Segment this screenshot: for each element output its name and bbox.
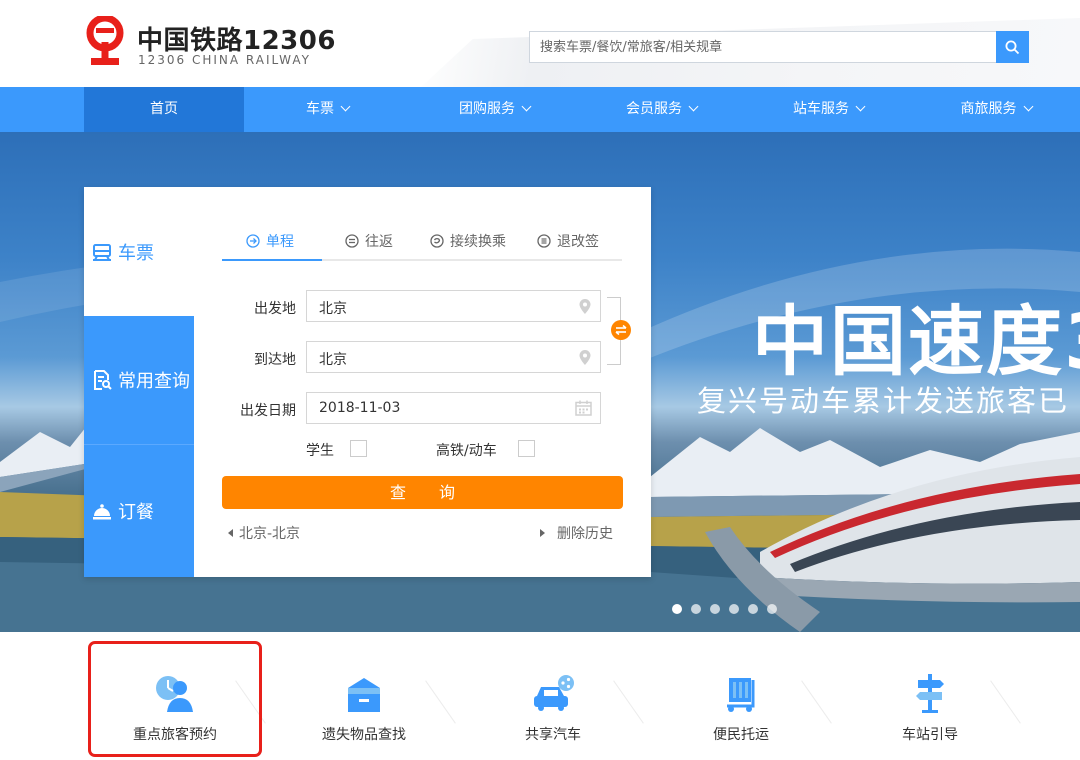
header: 中国铁路12306 12306 CHINA RAILWAY — [0, 0, 1080, 88]
search-icon — [1005, 40, 1020, 54]
signpost-icon — [855, 668, 1005, 714]
trip-tab-label: 往返 — [365, 234, 393, 250]
side-tab-label: 常用查询 — [118, 371, 190, 392]
nav-label: 会员服务 — [626, 101, 682, 117]
from-label: 出发地 — [254, 301, 296, 317]
shared-car-icon — [478, 668, 628, 714]
lost-found-box-icon — [289, 668, 439, 714]
swap-icon — [615, 324, 627, 336]
search-button[interactable] — [996, 31, 1029, 63]
to-station-field[interactable]: 北京 — [306, 341, 601, 373]
delete-history-label: 删除历史 — [557, 526, 613, 542]
to-label: 到达地 — [254, 352, 296, 368]
page: 中国铁路12306 12306 CHINA RAILWAY 首页 车票 团购服务… — [0, 0, 1080, 760]
tab-round-trip[interactable]: 往返 — [345, 231, 393, 251]
departure-date-value: 2018-11-03 — [319, 400, 401, 416]
service-label: 车站引导 — [902, 727, 958, 743]
location-pin-icon — [578, 349, 592, 370]
location-pin-icon — [578, 298, 592, 319]
tab-refund-change[interactable]: 退改签 — [537, 231, 599, 251]
carousel-dot[interactable] — [729, 604, 739, 614]
nav-label: 商旅服务 — [960, 101, 1017, 117]
student-checkbox[interactable] — [350, 440, 367, 457]
search-input[interactable] — [530, 32, 998, 62]
tab-one-way[interactable]: 单程 — [246, 231, 294, 251]
student-label: 学生 — [306, 443, 334, 459]
service-lost-found[interactable]: 遗失物品查找 — [289, 668, 439, 744]
brand-title: 中国铁路12306 — [137, 26, 336, 56]
nav-label: 团购服务 — [459, 101, 515, 117]
gaotie-checkbox[interactable] — [518, 440, 535, 457]
history-label: 北京-北京 — [239, 526, 301, 542]
swap-stations-button[interactable] — [611, 320, 631, 340]
departure-date-field[interactable]: 2018-11-03 — [306, 392, 601, 424]
service-luggage[interactable]: 便民托运 — [666, 668, 816, 744]
nav-label: 首页 — [150, 101, 178, 117]
calendar-icon — [575, 400, 592, 420]
service-label: 遗失物品查找 — [322, 727, 406, 743]
nav-label: 站车服务 — [793, 101, 849, 117]
chevron-down-icon — [855, 101, 866, 112]
chevron-down-icon — [521, 101, 532, 112]
banner-headline: 中国速度3 — [752, 297, 1080, 386]
equals-circle-icon — [345, 234, 359, 248]
side-tab-meal-order[interactable]: 订餐 — [84, 445, 194, 577]
nav-item-tickets[interactable]: 车票 — [244, 87, 411, 132]
brand-subtitle: 12306 CHINA RAILWAY — [138, 53, 311, 67]
banner-subline: 复兴号动车累计发送旅客已 — [697, 384, 1070, 418]
service-shared-car[interactable]: 共享汽车 — [478, 668, 628, 744]
highlight-annotation-box — [88, 641, 262, 757]
chevron-down-icon — [340, 101, 351, 112]
service-label: 共享汽车 — [525, 727, 581, 743]
food-cover-icon — [92, 501, 112, 521]
nav-item-business-travel[interactable]: 商旅服务 — [912, 87, 1080, 132]
date-label: 出发日期 — [240, 403, 296, 419]
carousel-indicators — [672, 604, 777, 614]
side-tab-common-query[interactable]: 常用查询 — [84, 316, 194, 445]
service-label: 便民托运 — [713, 727, 769, 743]
tab-transfer[interactable]: 接续换乘 — [430, 231, 506, 251]
luggage-cart-icon — [666, 668, 816, 714]
from-station-field[interactable]: 北京 — [306, 290, 601, 322]
chevron-down-icon — [1023, 101, 1033, 112]
nav-item-group-service[interactable]: 团购服务 — [411, 87, 578, 132]
arrow-circle-icon — [246, 234, 260, 248]
main-nav: 首页 车票 团购服务 会员服务 站车服务 商旅服务 — [0, 87, 1080, 132]
nav-item-station-service[interactable]: 站车服务 — [745, 87, 912, 132]
carousel-dot[interactable] — [767, 604, 777, 614]
train-icon — [92, 242, 112, 262]
railway-logo-icon[interactable] — [82, 16, 128, 68]
side-tab-label: 订餐 — [118, 502, 154, 523]
carousel-dot[interactable] — [748, 604, 758, 614]
trip-type-tabs: 单程 往返 接续换乘 退改签 — [222, 225, 622, 261]
trip-tab-label: 接续换乘 — [450, 234, 506, 250]
to-station-value: 北京 — [319, 352, 347, 368]
refresh-circle-icon — [430, 234, 444, 248]
triangle-left-icon — [228, 529, 233, 537]
from-station-value: 北京 — [319, 301, 347, 317]
query-button[interactable]: 查 询 — [222, 476, 623, 509]
delete-history-button[interactable]: 删除历史 — [540, 523, 613, 543]
side-tab-tickets[interactable]: 车票 — [84, 187, 194, 316]
doc-search-icon — [92, 370, 112, 390]
history-item[interactable]: 北京-北京 — [228, 523, 300, 543]
booking-panel: 车票 常用查询 订餐 单程 往返 接续换乘 退改签 出发地 北京 到达地 北京 … — [84, 187, 651, 577]
carousel-dot[interactable] — [691, 604, 701, 614]
carousel-dot[interactable] — [710, 604, 720, 614]
nav-item-home[interactable]: 首页 — [84, 87, 244, 132]
active-tab-indicator — [222, 259, 322, 261]
trip-tab-label: 单程 — [266, 234, 294, 250]
side-tab-label: 车票 — [118, 242, 154, 264]
chevron-down-icon — [688, 101, 699, 112]
list-circle-icon — [537, 234, 551, 248]
service-station-guide[interactable]: 车站引导 — [855, 668, 1005, 744]
trip-tab-label: 退改签 — [557, 234, 599, 250]
nav-item-member-service[interactable]: 会员服务 — [578, 87, 745, 132]
nav-label: 车票 — [306, 101, 334, 117]
carousel-dot[interactable] — [672, 604, 682, 614]
search-box — [529, 31, 999, 63]
gaotie-label: 高铁/动车 — [436, 443, 497, 459]
triangle-right-icon — [540, 529, 545, 537]
